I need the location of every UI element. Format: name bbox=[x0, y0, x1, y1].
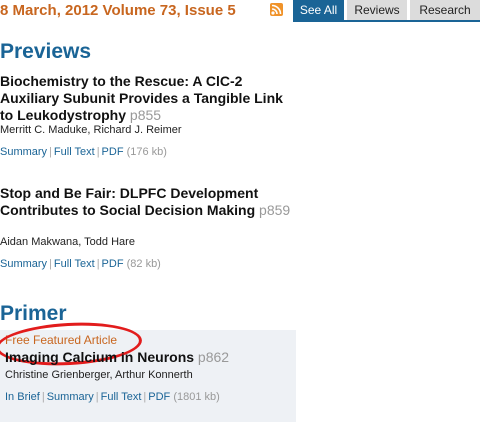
primer-title-text[interactable]: Imaging Calcium in Neurons bbox=[5, 349, 194, 365]
tab-underline bbox=[293, 20, 480, 22]
pdf-link[interactable]: PDF bbox=[148, 391, 170, 403]
summary-link[interactable]: Summary bbox=[0, 146, 47, 158]
tab-research[interactable]: Research bbox=[410, 0, 480, 20]
tab-see-all[interactable]: See All bbox=[293, 0, 344, 20]
article-title[interactable]: Biochemistry to the Rescue: A ClC-2 Auxi… bbox=[0, 73, 300, 124]
in-brief-link[interactable]: In Brief bbox=[5, 391, 40, 403]
summary-link[interactable]: Summary bbox=[0, 258, 47, 270]
full-text-link[interactable]: Full Text bbox=[101, 391, 142, 403]
primer-links: In Brief | Summary | Full Text | PDF (1801 kb) bbox=[5, 391, 220, 403]
issue-title: 8 March, 2012 Volume 73, Issue 5 bbox=[0, 2, 236, 19]
summary-link[interactable]: Summary bbox=[47, 391, 94, 403]
pdf-size: (82 kb) bbox=[126, 258, 161, 270]
article-page: p859 bbox=[259, 202, 291, 218]
rss-icon[interactable] bbox=[270, 3, 283, 16]
article-title[interactable]: Stop and Be Fair: DLPFC Development Cont… bbox=[0, 185, 300, 219]
article-title-text[interactable]: Stop and Be Fair: DLPFC Development Cont… bbox=[0, 185, 258, 218]
article-authors: Merritt C. Maduke, Richard J. Reimer bbox=[0, 124, 182, 136]
full-text-link[interactable]: Full Text bbox=[54, 146, 95, 158]
section-heading-previews: Previews bbox=[0, 40, 92, 63]
article-links: Summary | Full Text | PDF (176 kb) bbox=[0, 146, 167, 158]
primer-page: p862 bbox=[197, 349, 230, 365]
tab-reviews[interactable]: Reviews bbox=[347, 0, 407, 20]
full-text-link[interactable]: Full Text bbox=[54, 258, 95, 270]
pdf-size: (1801 kb) bbox=[173, 391, 220, 403]
article-page: p855 bbox=[129, 107, 162, 123]
primer-title[interactable]: Imaging Calcium in Neurons p862 bbox=[5, 349, 229, 365]
pdf-size: (176 kb) bbox=[126, 146, 167, 158]
article-links: Summary | Full Text | PDF (82 kb) bbox=[0, 258, 161, 270]
pdf-link[interactable]: PDF bbox=[102, 258, 124, 270]
primer-authors: Christine Grienberger, Arthur Konnerth bbox=[5, 369, 193, 381]
pdf-link[interactable]: PDF bbox=[102, 146, 124, 158]
article-authors: Aidan Makwana, Todd Hare bbox=[0, 236, 135, 248]
section-heading-primer: Primer bbox=[0, 302, 67, 325]
